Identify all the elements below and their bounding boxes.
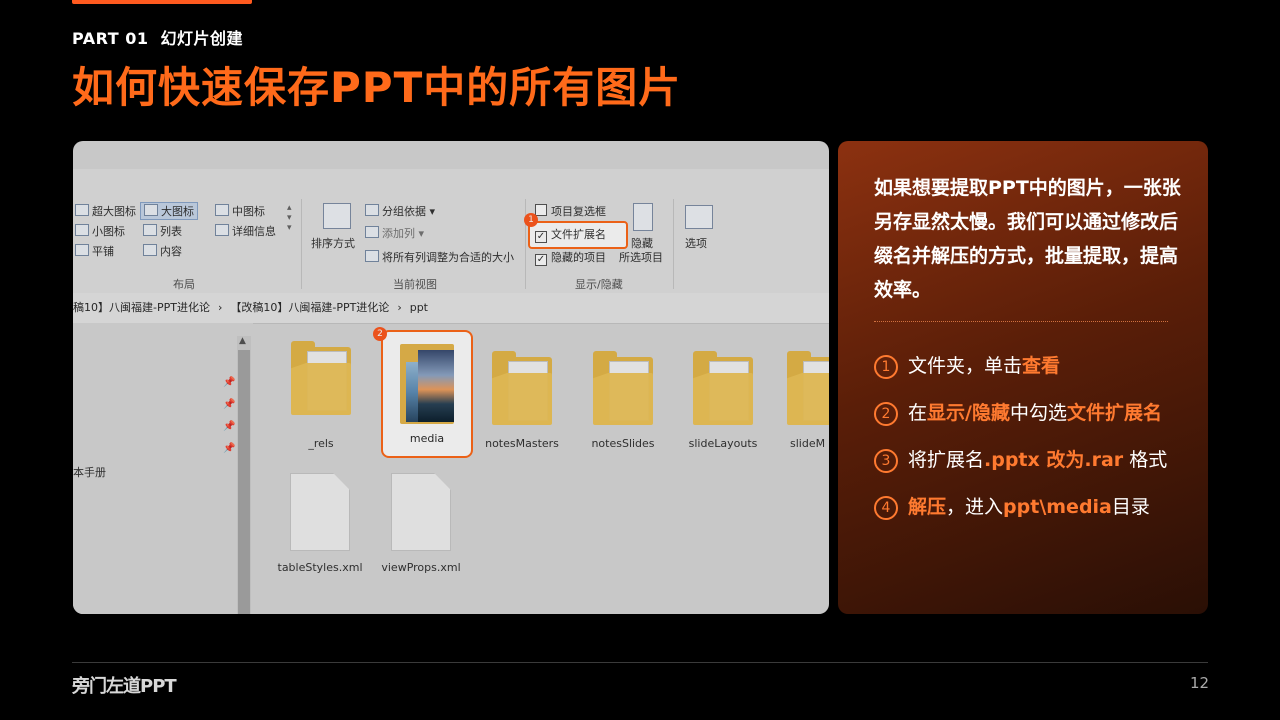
options-icon[interactable] (685, 205, 713, 229)
hidden-items-toggle[interactable]: ✓ 隐藏的项目 (535, 249, 606, 266)
breadcrumb-separator: › (217, 301, 223, 314)
add-column-button[interactable]: 添加列 ▾ (365, 225, 424, 241)
step-4: 4 解压，进入ppt\media目录 (874, 492, 1150, 520)
info-panel: 如果想要提取PPT中的图片，一张张另存显然太慢。我们可以通过修改后缀名并解压的方… (838, 141, 1208, 614)
folder-item[interactable]: _rels (276, 341, 366, 450)
file-extension-toggle[interactable]: ✓ 文件扩展名 (535, 226, 606, 243)
file-item[interactable]: tableStyles.xml (275, 473, 365, 574)
slide-title: 如何快速保存PPT中的所有图片 (72, 63, 682, 112)
step-number: 3 (874, 449, 898, 473)
layout-scroll-icon[interactable]: ▴ ▾ ▾ (287, 203, 292, 233)
item-checkbox-toggle[interactable]: 项目复选框 (535, 203, 606, 219)
sort-button[interactable]: 排序方式 (311, 235, 355, 251)
document-icon (290, 473, 350, 551)
step-1: 1 文件夹，单击查看 (874, 351, 1060, 379)
breadcrumb-item[interactable]: 稿10】八闽福建-PPT进化论 (73, 301, 210, 314)
explorer-screenshot: 查看 超大图标 大图标 中图标 小图标 列表 详细信息 平铺 内容 ▴▾▾ 布局… (73, 141, 829, 614)
footer-divider (72, 662, 1208, 663)
layout-content[interactable]: 内容 (143, 243, 182, 259)
page-number: 12 (1190, 674, 1210, 692)
layout-list[interactable]: 列表 (143, 223, 182, 239)
show-hide-group-label: 显示/隐藏 (575, 278, 623, 291)
layout-group-label: 布局 (173, 278, 195, 291)
folder-icon (787, 351, 829, 425)
step-2: 2 在显示/隐藏中勾选文件扩展名 (874, 398, 1162, 426)
layout-extra-large-icons[interactable]: 超大图标 (75, 203, 136, 219)
brand-logo: 旁门左道PPT (72, 676, 177, 697)
step-3: 3 将扩展名.pptx 改为.rar 格式 (874, 445, 1167, 473)
folder-icon (291, 341, 351, 415)
top-accent-bar (72, 0, 252, 4)
scrollbar[interactable]: ▲ (237, 336, 251, 614)
hide-selected-label: 所选项目 (619, 251, 663, 264)
fit-columns-button[interactable]: 将所有列调整为合适的大小 (365, 249, 514, 265)
part-label: PART 01 幻灯片创建 (72, 29, 244, 48)
step-number: 4 (874, 496, 898, 520)
folder-icon (593, 351, 653, 425)
divider (673, 199, 674, 289)
layout-tiles[interactable]: 平铺 (75, 243, 114, 259)
folder-item[interactable]: notesMasters (477, 351, 567, 450)
folder-icon (492, 351, 552, 425)
folder-icon (693, 351, 753, 425)
breadcrumb-separator: › (397, 301, 402, 314)
pin-icon[interactable]: 📌 (223, 421, 235, 432)
sort-icon[interactable] (323, 203, 351, 229)
layout-details[interactable]: 详细信息 (215, 223, 276, 239)
layout-small-icons[interactable]: 小图标 (75, 223, 125, 239)
image-folder-icon (400, 344, 454, 424)
step-badge-1: 1 (524, 213, 538, 227)
layout-large-icons[interactable]: 大图标 (140, 202, 198, 220)
folder-item[interactable]: slideLayouts (678, 351, 768, 450)
document-icon (391, 473, 451, 551)
divider (301, 199, 302, 289)
step-number: 2 (874, 402, 898, 426)
breadcrumb[interactable]: 稿10】八闽福建-PPT进化论 › 【改稿10】八闽福建-PPT进化论 › ppt (73, 293, 829, 324)
current-view-group-label: 当前视图 (393, 278, 437, 291)
step-badge-2: 2 (373, 327, 387, 341)
options-button[interactable]: 选项 (685, 235, 707, 251)
dotted-divider (874, 321, 1168, 322)
pin-icon[interactable]: 📌 (223, 377, 235, 388)
intro-text: 如果想要提取PPT中的图片，一张张另存显然太慢。我们可以通过修改后缀名并解压的方… (874, 177, 1181, 301)
media-folder-item[interactable]: media (381, 330, 473, 458)
file-item[interactable]: viewProps.xml (376, 473, 466, 574)
breadcrumb-item[interactable]: 【改稿10】八闽福建-PPT进化论 (230, 301, 389, 314)
folder-item[interactable]: slideM (773, 351, 829, 450)
group-by-button[interactable]: 分组依据 ▾ (365, 203, 435, 219)
pin-icon[interactable]: 📌 (223, 443, 235, 454)
nav-item[interactable]: 本手册 (73, 464, 106, 480)
layout-medium-icons[interactable]: 中图标 (215, 203, 265, 219)
pin-icon[interactable]: 📌 (223, 399, 235, 410)
folder-item[interactable]: notesSlides (578, 351, 668, 450)
divider (525, 199, 526, 289)
hide-icon[interactable] (633, 203, 653, 231)
step-number: 1 (874, 355, 898, 379)
breadcrumb-item-current[interactable]: ppt (410, 301, 428, 314)
